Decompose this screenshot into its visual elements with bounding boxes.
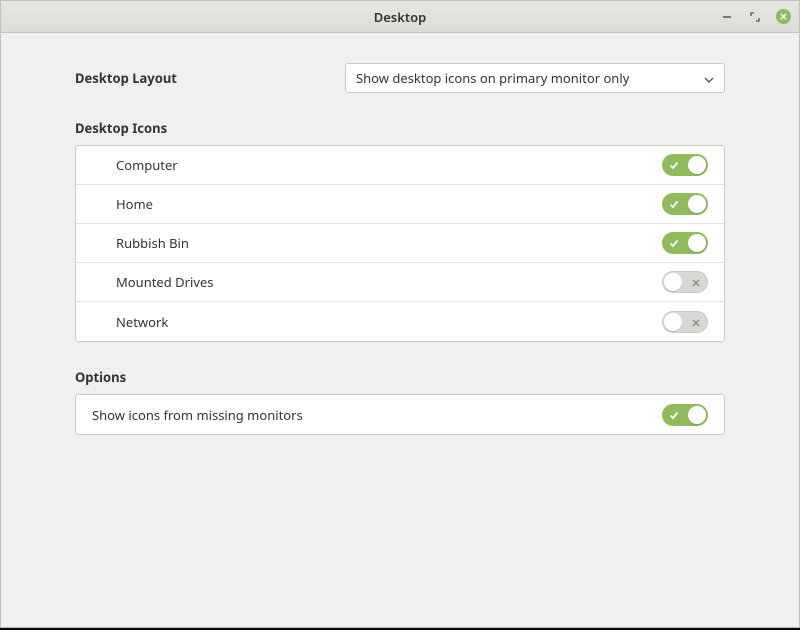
list-item-rubbish-bin: Rubbish Bin [76,224,724,263]
list-item-mounted-drives: Mounted Drives [76,263,724,302]
list-item-network: Network [76,302,724,341]
desktop-layout-row: Desktop Layout Show desktop icons on pri… [75,63,725,93]
toggle-mounted-drives[interactable] [662,271,708,293]
toggle-home[interactable] [662,193,708,215]
desktop-icons-header: Desktop Icons [75,119,725,137]
desktop-layout-combobox[interactable]: Show desktop icons on primary monitor on… [345,63,725,93]
check-icon [669,156,679,174]
options-list: Show icons from missing monitors [75,394,725,435]
check-icon [669,406,679,424]
x-icon [692,313,700,331]
toggle-knob [688,406,706,424]
toggle-rubbish-bin[interactable] [662,232,708,254]
toggle-show-icons-from-missing-monitors[interactable] [662,404,708,426]
list-item-label: Mounted Drives [116,273,214,291]
x-icon [692,273,700,291]
toggle-knob [688,234,706,252]
list-item-computer: Computer [76,146,724,185]
chevron-down-icon [704,69,714,87]
desktop-settings-window: Desktop Desktop Layout Show desktop icon… [0,0,800,628]
toggle-network[interactable] [662,311,708,333]
list-item-label: Home [116,195,153,213]
toggle-knob [688,195,706,213]
list-item-label: Network [116,313,168,331]
check-icon [669,195,679,213]
list-item-label: Show icons from missing monitors [92,406,303,424]
list-item-label: Rubbish Bin [116,234,189,252]
titlebar: Desktop [1,1,799,33]
options-header: Options [75,368,725,386]
settings-body: Desktop Layout Show desktop icons on pri… [1,33,799,627]
titlebar-controls [720,9,791,24]
desktop-layout-label: Desktop Layout [75,69,315,87]
toggle-knob [688,156,706,174]
check-icon [669,234,679,252]
toggle-knob [664,313,682,331]
window-title: Desktop [1,8,799,26]
minimize-button[interactable] [720,10,734,24]
desktop-layout-value: Show desktop icons on primary monitor on… [356,69,629,87]
toggle-computer[interactable] [662,154,708,176]
list-item-label: Computer [116,156,178,174]
close-button[interactable] [776,9,791,24]
toggle-knob [664,273,682,291]
maximize-button[interactable] [748,10,762,24]
list-item-show-icons-from-missing-monitors: Show icons from missing monitors [76,395,724,434]
list-item-home: Home [76,185,724,224]
icons-list: Computer Home Rubbish Bin Mounted Drives Net… [75,145,725,342]
